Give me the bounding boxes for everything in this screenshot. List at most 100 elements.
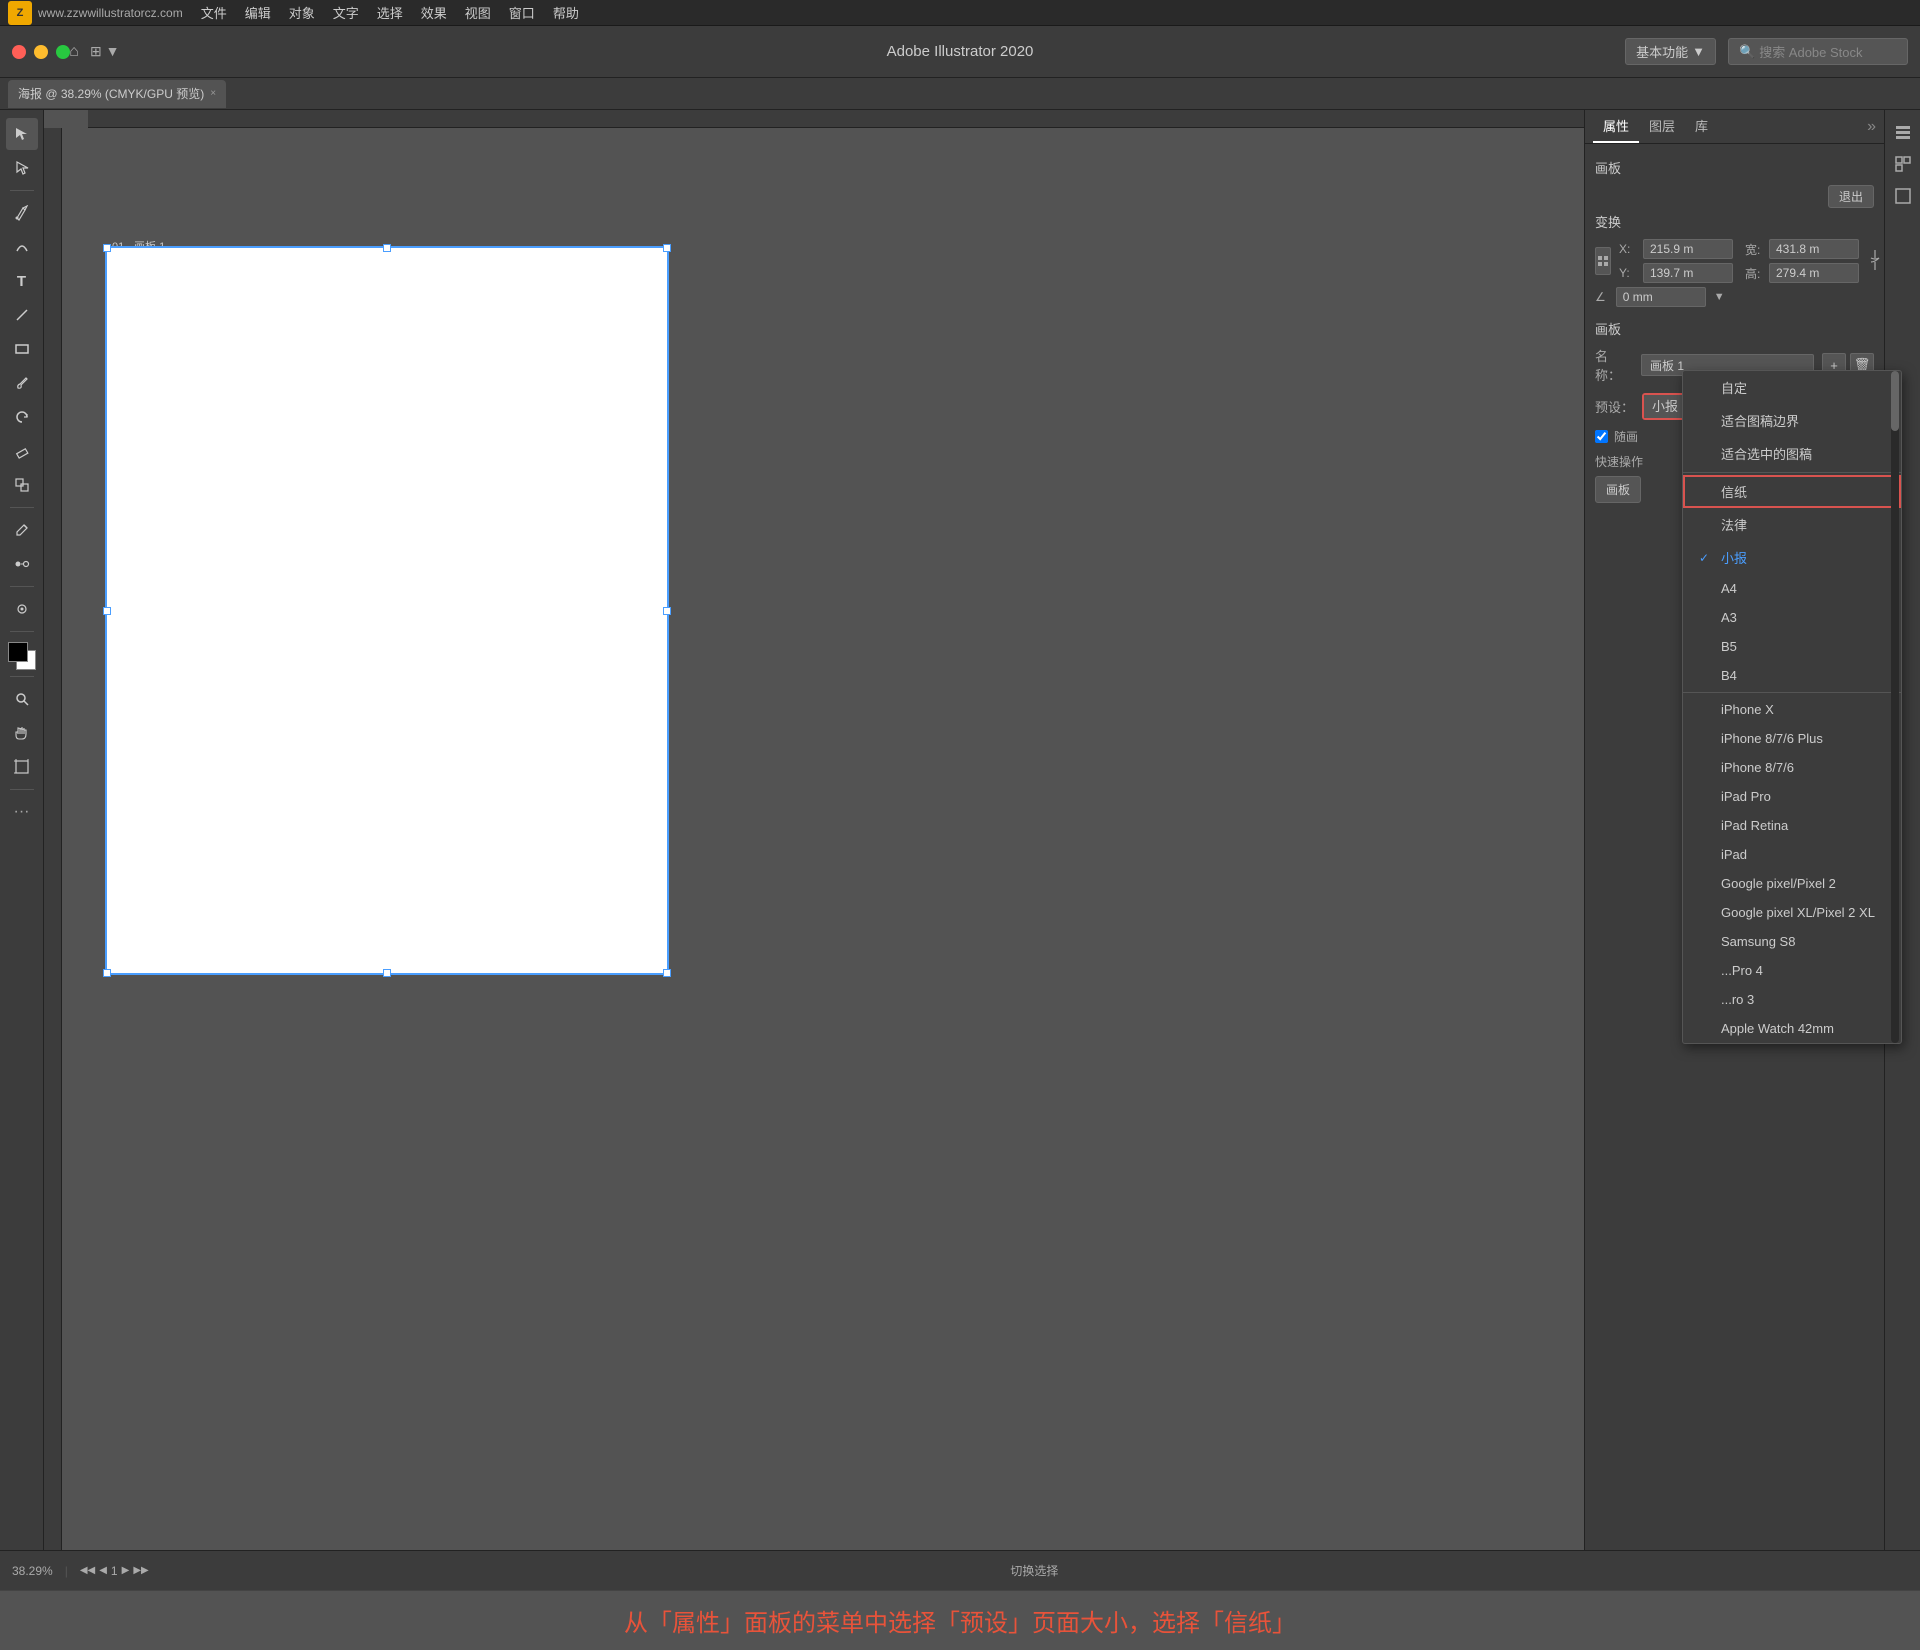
menu-file[interactable]: 文件 [193, 1, 235, 24]
foreground-color[interactable] [8, 642, 28, 662]
tab-properties[interactable]: 属性 [1593, 110, 1639, 143]
artboard[interactable] [107, 248, 667, 973]
rectangle-tool[interactable] [6, 333, 38, 365]
dropdown-item-letter[interactable]: 信纸 [1683, 475, 1901, 508]
selection-tool[interactable] [6, 118, 38, 150]
dropdown-item-tabloid[interactable]: ✓ 小报 [1683, 541, 1901, 574]
direct-selection-tool[interactable] [6, 152, 38, 184]
dropdown-item-surface-pro4[interactable]: ...Pro 4 [1683, 956, 1901, 985]
panel-toggle-2[interactable] [1889, 150, 1917, 178]
artboard-handle-bottom[interactable] [383, 969, 391, 977]
pen-tool[interactable] [6, 197, 38, 229]
transform-coords: X: 宽: Y: 高: [1619, 239, 1859, 283]
artboard-tool[interactable] [6, 751, 38, 783]
app-logo: Z [8, 1, 32, 25]
width-input[interactable] [1769, 239, 1859, 259]
panel-toggle-1[interactable] [1889, 118, 1917, 146]
preset-dropdown-menu[interactable]: 自定 适合图稿边界 适合选中的图稿 信纸 [1682, 370, 1902, 1044]
more-tools[interactable]: ··· [6, 796, 38, 828]
dropdown-item-surface-pro3[interactable]: ...ro 3 [1683, 985, 1901, 1014]
dropdown-item-ipad-pro[interactable]: iPad Pro [1683, 782, 1901, 811]
menu-view[interactable]: 视图 [457, 1, 499, 24]
dropdown-item-iphone-x[interactable]: iPhone X [1683, 695, 1901, 724]
artboard-handle-tl[interactable] [103, 244, 111, 252]
dropdown-item-fit-selected[interactable]: 适合选中的图稿 [1683, 437, 1901, 470]
color-picker[interactable] [8, 642, 36, 670]
menu-effect[interactable]: 效果 [413, 1, 455, 24]
dropdown-item-iphone876[interactable]: iPhone 8/7/6 [1683, 753, 1901, 782]
prev-artboard-button[interactable]: ◀◀ [80, 1565, 95, 1576]
panel-tabs-more[interactable]: » [1867, 118, 1876, 136]
artboard-handle-top[interactable] [383, 244, 391, 252]
curvature-tool[interactable] [6, 231, 38, 263]
width-label: 宽: [1745, 241, 1765, 258]
minimize-window-button[interactable] [34, 45, 48, 59]
height-input[interactable] [1769, 263, 1859, 283]
dropdown-item-b5[interactable]: B5 [1683, 632, 1901, 661]
tab-library[interactable]: 库 [1685, 110, 1718, 143]
dropdown-item-label: iPad [1721, 847, 1747, 862]
artboard-quick-button[interactable]: 画板 [1595, 476, 1641, 503]
dropdown-item-fit-art[interactable]: 适合图稿边界 [1683, 404, 1901, 437]
hand-tool[interactable] [6, 717, 38, 749]
close-window-button[interactable] [12, 45, 26, 59]
dropdown-item-ipad[interactable]: iPad [1683, 840, 1901, 869]
adobe-stock-search[interactable]: 🔍 搜索 Adobe Stock [1728, 38, 1908, 65]
artboard-handle-tr[interactable] [663, 244, 671, 252]
tab-close-button[interactable]: × [210, 88, 216, 99]
dropdown-item-legal[interactable]: 法律 [1683, 508, 1901, 541]
transform-link-icon[interactable] [1595, 247, 1611, 275]
eyedropper-tool[interactable] [6, 514, 38, 546]
artboard-handle-right[interactable] [663, 607, 671, 615]
dropdown-item-b4[interactable]: B4 [1683, 661, 1901, 690]
dropdown-item-samsung-s8[interactable]: Samsung S8 [1683, 927, 1901, 956]
menu-window[interactable]: 窗口 [501, 1, 543, 24]
document-tab[interactable]: 海报 @ 38.29% (CMYK/GPU 预览) × [8, 80, 226, 108]
constrain-proportions-icon[interactable] [1867, 246, 1883, 277]
artboard-settings-title: 画板 [1595, 319, 1874, 338]
type-tool[interactable]: T [6, 265, 38, 297]
prev-page-button[interactable]: ◀ [99, 1565, 107, 1576]
dropdown-item-a3[interactable]: A3 [1683, 603, 1901, 632]
dropdown-item-a4[interactable]: A4 [1683, 574, 1901, 603]
dropdown-item-iphone876p[interactable]: iPhone 8/7/6 Plus [1683, 724, 1901, 753]
y-input[interactable] [1643, 263, 1733, 283]
line-tool[interactable] [6, 299, 38, 331]
next-artboard-button[interactable]: ▶▶ [133, 1565, 148, 1576]
menu-edit[interactable]: 编辑 [237, 1, 279, 24]
zoom-tool[interactable] [6, 683, 38, 715]
artboard-header: 画板 退出 [1595, 158, 1874, 208]
dropdown-item-google-pixel2[interactable]: Google pixel/Pixel 2 [1683, 869, 1901, 898]
artboard-handle-bl[interactable] [103, 969, 111, 977]
exit-button[interactable]: 退出 [1828, 185, 1874, 208]
menu-text[interactable]: 文字 [325, 1, 367, 24]
menu-object[interactable]: 对象 [281, 1, 323, 24]
next-page-button[interactable]: ▶ [122, 1565, 130, 1576]
rotate-tool[interactable] [6, 401, 38, 433]
artboard-handle-left[interactable] [103, 607, 111, 615]
artboard-handle-br[interactable] [663, 969, 671, 977]
dropdown-item-label: 适合选中的图稿 [1721, 444, 1812, 463]
dropdown-item-google-pixel2xl[interactable]: Google pixel XL/Pixel 2 XL [1683, 898, 1901, 927]
workspace-selector[interactable]: 基本功能 ▼ [1625, 38, 1716, 65]
menu-help[interactable]: 帮助 [545, 1, 587, 24]
dropdown-item-label: A3 [1721, 610, 1737, 625]
panel-toggle-3[interactable] [1889, 182, 1917, 210]
dropdown-scrollbar-thumb[interactable] [1891, 371, 1899, 431]
symbol-sprayer-tool[interactable] [6, 593, 38, 625]
eraser-tool[interactable] [6, 435, 38, 467]
angle-input[interactable] [1616, 287, 1706, 307]
horizontal-ruler [88, 110, 1584, 128]
dropdown-item-ipad-retina[interactable]: iPad Retina [1683, 811, 1901, 840]
x-input[interactable] [1643, 239, 1733, 259]
blend-tool[interactable] [6, 548, 38, 580]
home-button[interactable]: ⌂ [60, 38, 88, 66]
layout-selector[interactable]: ⊞ ▼ [90, 43, 119, 60]
tab-layers[interactable]: 图层 [1639, 110, 1685, 143]
paintbrush-tool[interactable] [6, 367, 38, 399]
dropdown-item-apple-watch[interactable]: Apple Watch 42mm [1683, 1014, 1901, 1043]
follow-artwork-checkbox[interactable] [1595, 430, 1608, 443]
menu-select[interactable]: 选择 [369, 1, 411, 24]
dropdown-item-custom[interactable]: 自定 [1683, 371, 1901, 404]
scale-tool[interactable] [6, 469, 38, 501]
